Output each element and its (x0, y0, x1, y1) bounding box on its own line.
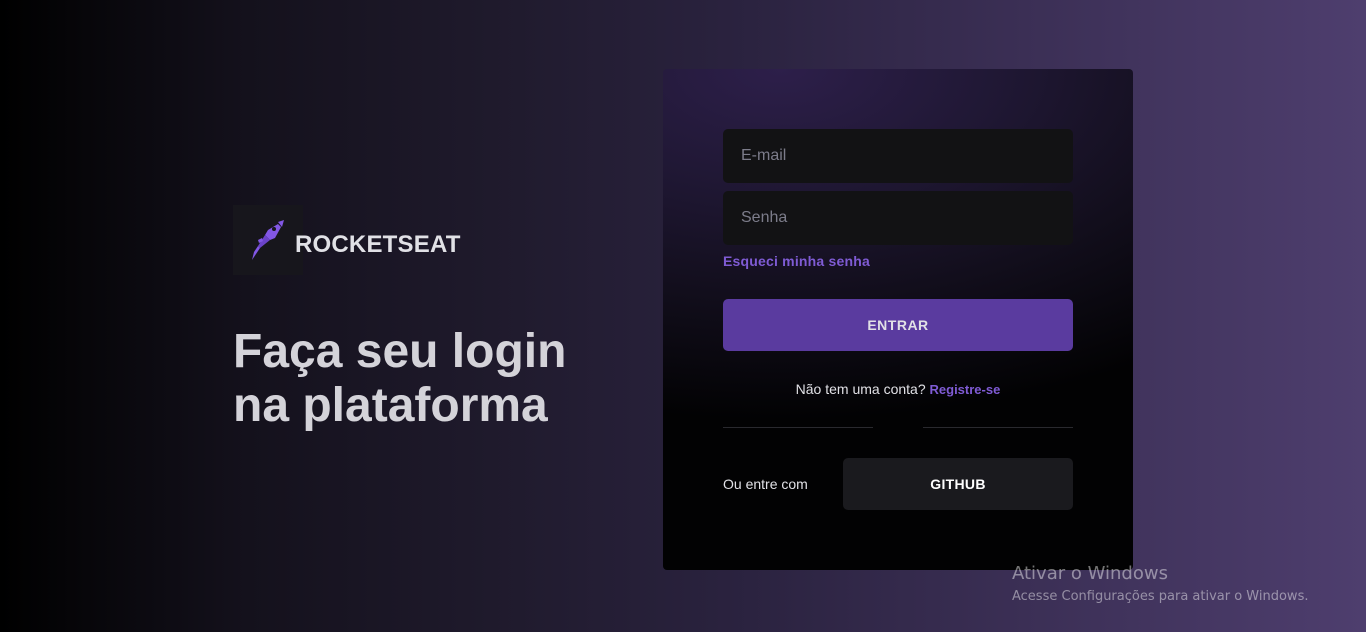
login-button[interactable]: ENTRAR (723, 299, 1073, 351)
forgot-password-link[interactable]: Esqueci minha senha (723, 253, 870, 269)
email-input[interactable] (723, 129, 1073, 183)
divider-left (723, 427, 873, 428)
login-card: Esqueci minha senha ENTRAR Não tem uma c… (663, 69, 1133, 570)
watermark-subtitle: Acesse Configurações para ativar o Windo… (1012, 589, 1309, 604)
divider-right (923, 427, 1073, 428)
headline-line-1: Faça seu login (233, 325, 567, 378)
signup-text: Não tem uma conta? (795, 381, 926, 397)
page-headline: Faça seu login na plataforma (233, 325, 633, 433)
signup-prompt: Não tem uma conta? Registre-se (723, 381, 1073, 397)
github-login-button[interactable]: GITHUB (843, 458, 1073, 510)
windows-activation-watermark: Ativar o Windows Acesse Configurações pa… (1012, 563, 1308, 607)
register-link[interactable]: Registre-se (930, 382, 1001, 397)
rocket-icon (248, 218, 288, 262)
alt-login-label: Ou entre com (723, 476, 808, 492)
brand: ROCKETSEAT (233, 205, 461, 275)
watermark-title: Ativar o Windows (1012, 563, 1168, 584)
logo (233, 205, 303, 275)
password-input[interactable] (723, 191, 1073, 245)
brand-name: ROCKETSEAT (295, 231, 461, 258)
headline-line-2: na plataforma (233, 379, 548, 432)
